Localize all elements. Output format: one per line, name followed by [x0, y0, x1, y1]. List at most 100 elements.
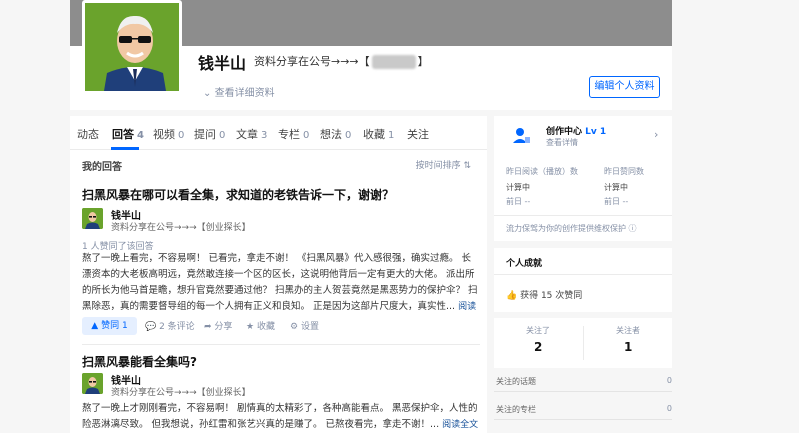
question-title-link[interactable]: 扫黑风暴能看全集吗?	[82, 353, 197, 370]
creator-center-title[interactable]: 创作中心 Lv 1	[546, 124, 606, 137]
creator-divider	[494, 215, 672, 216]
answer-author-avatar[interactable]	[82, 208, 103, 229]
level-badge: Lv 1	[585, 127, 607, 137]
tab-label: 关注	[407, 128, 429, 141]
votes-received-text: 获得 15 次赞同	[520, 291, 583, 301]
comment-button[interactable]: 💬 2 条评论	[145, 319, 195, 332]
tab-label: 文章	[236, 128, 258, 141]
main-content: 动态 回答 4 视频 0 提问 0 文章 3 专栏 0 想法 0 收藏 1 关注 我的回答 按…	[70, 116, 487, 433]
avatar-cartoon-icon	[82, 373, 103, 394]
answer-actions: ▲ 赞同 1 💬 2 条评论 ➦ 分享 ★ 收藏 ⚙ 设置	[82, 317, 482, 337]
excerpt-text: 熬了一晚上看完，不容易啊！ 已看完，拿走不谢！ 《扫黑风暴》代入感很强，确实过瘾…	[82, 253, 478, 312]
settings-label: 设置	[300, 322, 319, 332]
creator-center-icon	[513, 128, 530, 143]
answer-excerpt[interactable]: 熬了一晚上才刚刚看完，不容易啊！ 剧情真的太精彩了，各种高能看点。 黑恶保护伞，…	[82, 401, 480, 433]
info-icon: ⓘ	[628, 224, 637, 233]
side-list-count: 0	[666, 404, 672, 413]
tab-videos[interactable]: 视频 0	[153, 126, 184, 142]
following-stat[interactable]: 关注了 2	[494, 318, 583, 368]
side-list-label: 关注的专栏	[496, 405, 536, 414]
tab-questions[interactable]: 提问 0	[194, 126, 225, 142]
followers-label: 关注者	[616, 326, 640, 335]
tab-label: 提问	[194, 128, 216, 141]
tab-label: 收藏	[363, 128, 385, 141]
tab-count: 3	[261, 130, 268, 141]
share-button[interactable]: ➦ 分享	[204, 319, 232, 332]
question-title-link[interactable]: 扫黑风暴在哪可以看全集，求知道的老铁告诉一下，谢谢？	[82, 186, 394, 203]
tab-answers[interactable]: 回答 4	[112, 126, 144, 142]
following-count: 2	[534, 340, 543, 354]
thumbs-up-icon: 👍	[506, 291, 518, 301]
side-list-label: 关注的话题	[496, 377, 536, 386]
followed-columns-item[interactable]: 关注的专栏 0	[494, 398, 672, 420]
votes-received: 👍 获得 15 次赞同	[506, 288, 582, 301]
sort-toggle[interactable]: 按时间排序 ⇅	[416, 158, 471, 171]
achievements-card: 个人成就 👍 获得 15 次赞同	[494, 248, 672, 312]
favorite-label: 收藏	[256, 322, 275, 332]
tab-label: 专栏	[278, 128, 300, 141]
creator-center-card: 创作中心 Lv 1 查看详情 › 昨日阅读（播放）数 昨日赞同数 计算中 计算中…	[494, 116, 672, 241]
achievements-divider	[494, 274, 672, 275]
tab-label: 回答	[112, 128, 134, 141]
sort-label: 按时间排序	[415, 161, 461, 171]
tab-count: 0	[345, 130, 352, 141]
profile-name: 钱半山	[198, 54, 247, 73]
creator-title-text: 创作中心	[546, 127, 583, 137]
edit-profile-button[interactable]: 编辑个人资料	[589, 76, 660, 98]
favorite-button[interactable]: ★ 收藏	[246, 319, 275, 332]
comment-icon: 💬	[145, 322, 157, 332]
tab-articles[interactable]: 文章 3	[236, 126, 267, 142]
tab-columns[interactable]: 专栏 0	[278, 126, 309, 142]
read-more-label: 阅读全文	[442, 420, 479, 430]
vote-label: 赞同 1	[101, 321, 128, 331]
reads-calc-status: 计算中	[506, 183, 530, 192]
vote-up-button[interactable]: ▲ 赞同 1	[82, 317, 137, 335]
tab-activity[interactable]: 动态	[77, 126, 99, 142]
tab-collections[interactable]: 收藏 1	[363, 126, 394, 142]
view-details-link[interactable]: ⌄ 查看详细资料	[203, 84, 275, 99]
followed-topics-item[interactable]: 关注的话题 0	[494, 370, 672, 392]
yesterday-reads-label: 昨日阅读（播放）数	[506, 167, 578, 176]
side-follow-list: 关注的话题 0 关注的专栏 0	[494, 370, 672, 433]
promo-text: 流力保驾为你的创作提供维权保护	[506, 224, 626, 233]
profile-tabs: 动态 回答 4 视频 0 提问 0 文章 3 专栏 0 想法 0 收藏 1 关注	[70, 116, 487, 150]
profile-avatar[interactable]	[82, 0, 182, 94]
tab-following[interactable]: 关注	[407, 126, 429, 142]
copyright-protection-link[interactable]: 流力保驾为你的创作提供维权保护 ⓘ	[506, 223, 637, 234]
share-label: 分享	[214, 322, 233, 332]
achievements-title: 个人成就	[506, 259, 543, 269]
headline-suffix: 】	[417, 55, 429, 68]
tab-count: 1	[388, 130, 395, 141]
side-list-count: 0	[666, 376, 672, 385]
tab-label: 想法	[320, 128, 342, 141]
comment-label: 2 条评论	[159, 322, 195, 332]
creator-detail-link[interactable]: 查看详情	[546, 137, 578, 148]
tab-label: 视频	[153, 128, 175, 141]
answer-author-headline: 资料分享在公号→→→【创业探长】	[111, 223, 251, 233]
star-icon: ★	[246, 322, 255, 332]
reads-prev-day: 前日 --	[506, 197, 531, 206]
answer-author-avatar[interactable]	[82, 373, 103, 394]
active-tab-indicator	[111, 147, 139, 150]
redacted-block	[371, 55, 416, 69]
share-icon: ➦	[204, 322, 212, 332]
chevron-down-icon: ⌄	[203, 88, 212, 99]
headline-prefix: 资料分享在公号→→→【	[254, 55, 370, 68]
triangle-up-icon: ▲	[91, 321, 99, 331]
tab-count: 0	[219, 130, 226, 141]
followers-stat[interactable]: 关注者 1	[584, 318, 672, 368]
sort-icon: ⇅	[463, 161, 471, 171]
tab-pins[interactable]: 想法 0	[320, 126, 351, 142]
yesterday-votes-label: 昨日赞同数	[604, 167, 644, 176]
chevron-right-icon[interactable]: ›	[654, 128, 658, 141]
follow-stats-card: 关注了 2 关注者 1	[494, 318, 672, 368]
profile-headline: 资料分享在公号→→→【 】	[254, 53, 429, 69]
answer-divider	[82, 344, 480, 345]
avatar-cartoon-icon	[82, 208, 103, 229]
avatar-cartoon-icon	[85, 3, 179, 91]
tab-count: 0	[178, 130, 185, 141]
tab-count: 4	[137, 130, 144, 141]
gear-icon: ⚙	[290, 322, 299, 332]
settings-button[interactable]: ⚙ 设置	[290, 319, 319, 332]
votes-calc-status: 计算中	[604, 183, 628, 192]
